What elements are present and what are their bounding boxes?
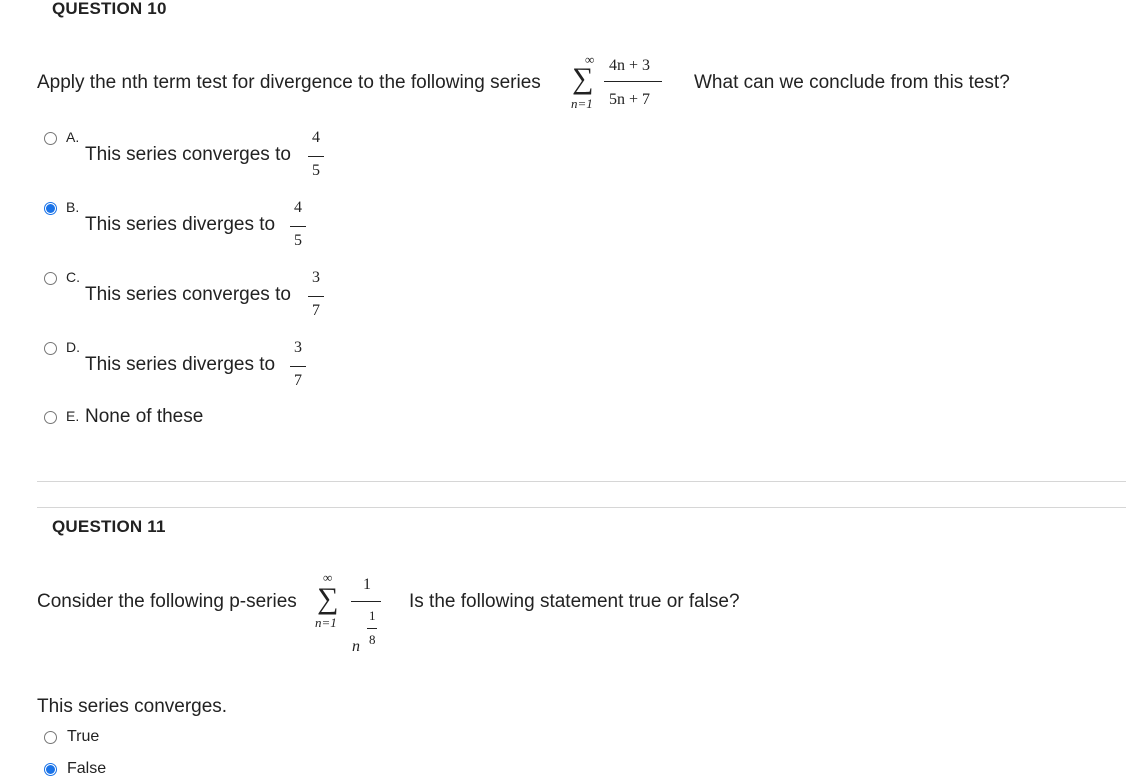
- radio-c[interactable]: [44, 272, 57, 285]
- choice-a-numerator: 4: [312, 129, 320, 146]
- option-true-label: True: [67, 728, 100, 745]
- term-fraction-bar: [351, 601, 381, 602]
- choice-a-denominator: 5: [312, 162, 320, 179]
- choice-d-text: This series diverges to: [85, 354, 276, 375]
- choice-b-numerator: 4: [294, 199, 302, 216]
- question-11-statement: This series converges.: [37, 696, 228, 717]
- question-11-title: QUESTION 11: [52, 517, 166, 536]
- radio-e[interactable]: [44, 411, 57, 424]
- choice-c-fraction-bar: [308, 296, 324, 297]
- radio-true[interactable]: [44, 731, 57, 744]
- choice-b-denominator: 5: [294, 232, 302, 249]
- choice-c-numerator: 3: [312, 269, 320, 286]
- term-numerator: 1: [363, 576, 371, 593]
- option-false-label: False: [67, 760, 107, 777]
- sum-lower-limit: n=1: [571, 96, 593, 111]
- question-10-prompt: Apply the nth term test for divergence t…: [37, 72, 541, 93]
- choice-a-text: This series converges to: [85, 144, 291, 165]
- choice-d-denominator: 7: [294, 372, 302, 389]
- term-denominator: 5n + 7: [609, 91, 651, 108]
- question-divider: [37, 481, 1126, 482]
- exponent-numerator: 1: [369, 608, 376, 623]
- choice-a-fraction-bar: [308, 156, 324, 157]
- choice-c-denominator: 7: [312, 302, 320, 319]
- sigma-symbol: ∑: [572, 62, 594, 95]
- radio-a[interactable]: [44, 132, 57, 145]
- term-numerator: 4n + 3: [609, 57, 651, 74]
- question-11-prompt-end: Is the following statement true or false…: [409, 591, 740, 612]
- sum-lower-limit: n=1: [315, 615, 337, 630]
- choice-b-letter: B.: [66, 199, 80, 215]
- question-10-title: QUESTION 10: [52, 0, 167, 18]
- question-divider: [37, 507, 1126, 508]
- radio-b[interactable]: [44, 202, 57, 215]
- choice-e-letter: E.: [66, 408, 80, 424]
- radio-d[interactable]: [44, 342, 57, 355]
- choice-c-text: This series converges to: [85, 284, 291, 305]
- exponent-fraction-bar: [367, 628, 377, 629]
- choice-d-letter: D.: [66, 339, 80, 355]
- question-10-prompt-end: What can we conclude from this test?: [694, 72, 1010, 93]
- choice-d-numerator: 3: [294, 339, 302, 356]
- term-base: n: [352, 638, 360, 655]
- radio-false[interactable]: [44, 763, 57, 776]
- choice-c-letter: C.: [66, 269, 80, 285]
- sigma-symbol: ∑: [317, 582, 339, 615]
- choice-e-text: None of these: [85, 406, 204, 427]
- choice-b-fraction-bar: [290, 226, 306, 227]
- question-11-prompt: Consider the following p-series: [37, 591, 297, 612]
- term-fraction-bar: [604, 81, 662, 82]
- choice-a-letter: A.: [66, 129, 80, 145]
- choice-b-text: This series diverges to: [85, 214, 276, 235]
- exponent-denominator: 8: [369, 632, 376, 647]
- choice-d-fraction-bar: [290, 366, 306, 367]
